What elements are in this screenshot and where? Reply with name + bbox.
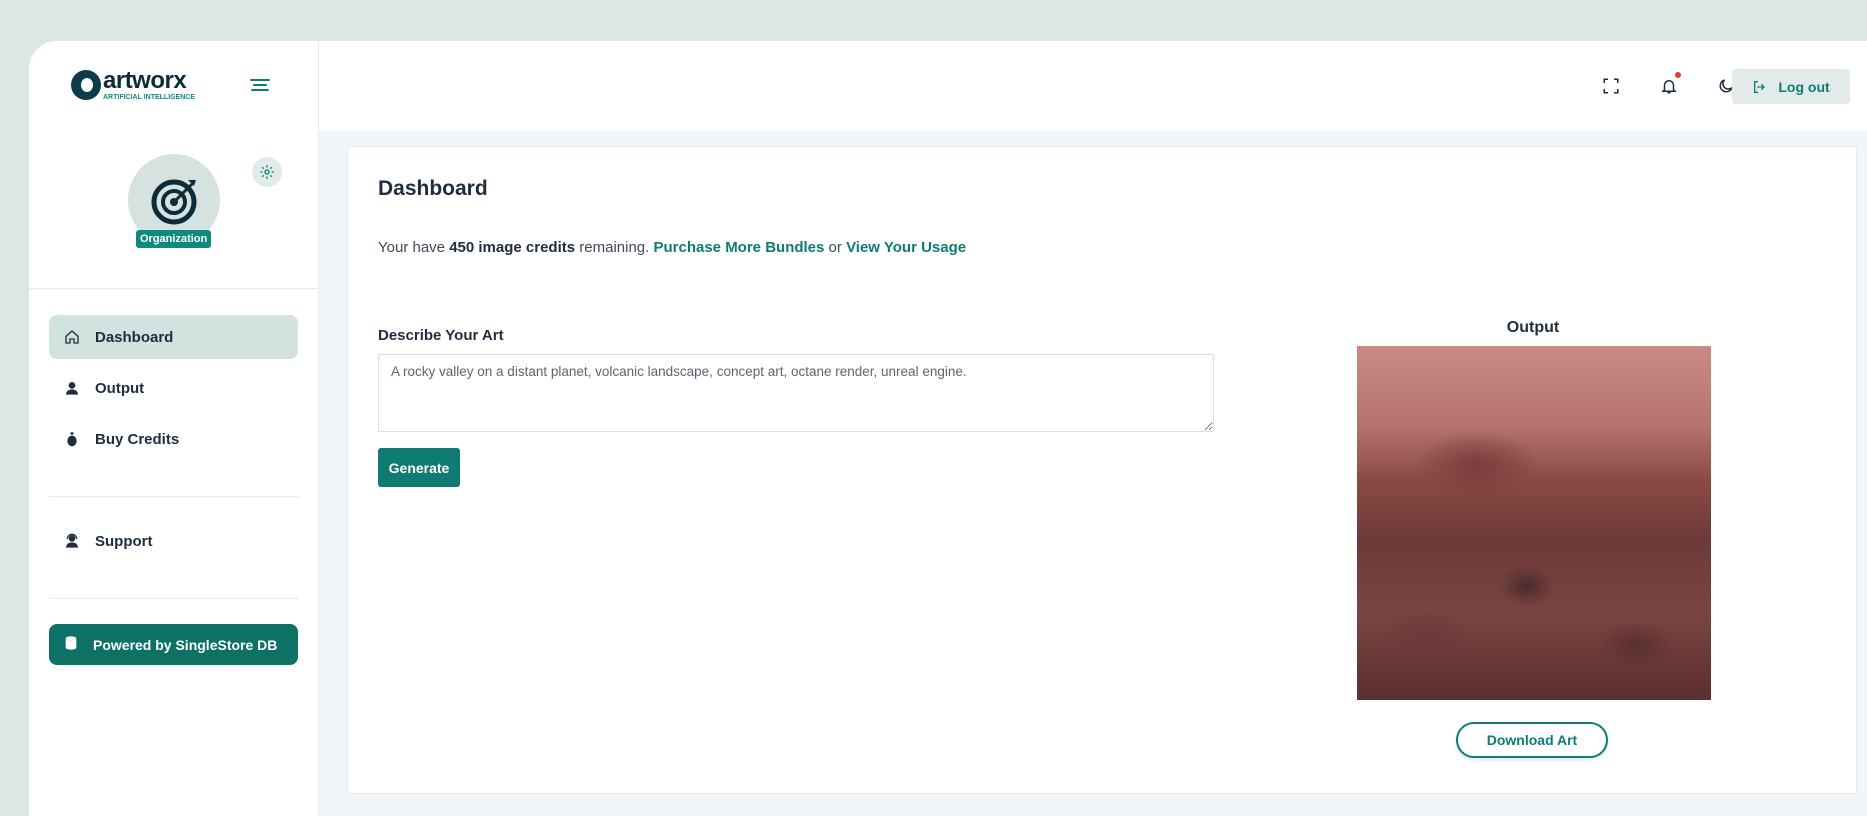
- database-icon: [63, 635, 79, 654]
- money-bag-icon: [63, 431, 81, 447]
- notification-dot: [1675, 72, 1681, 78]
- logout-icon: [1754, 80, 1766, 93]
- credits-or: or: [828, 239, 842, 256]
- brand-name: artworx: [103, 67, 187, 94]
- sidebar-divider: [49, 496, 299, 497]
- credits-suffix: remaining.: [579, 239, 650, 256]
- gear-icon: [260, 165, 274, 179]
- download-art-button[interactable]: Download Art: [1456, 722, 1608, 758]
- generate-button[interactable]: Generate: [378, 448, 460, 487]
- output-heading: Output: [1506, 319, 1560, 336]
- user-icon: [63, 380, 81, 396]
- brand-logo[interactable]: artworx ARTIFICIAL INTELLIGENCE: [71, 69, 195, 101]
- purchase-bundles-link[interactable]: Purchase More Bundles: [653, 239, 824, 256]
- sidebar-item-label: Output: [95, 379, 145, 397]
- topbar: Log out: [319, 41, 1867, 131]
- powered-by-button[interactable]: Powered by SingleStore DB: [49, 624, 298, 665]
- prompt-textarea[interactable]: A rocky valley on a distant planet, volc…: [378, 354, 1214, 432]
- page-title: Dashboard: [378, 177, 488, 200]
- generated-art-image: [1357, 346, 1711, 700]
- view-usage-link[interactable]: View Your Usage: [846, 239, 966, 256]
- support-agent-icon: [63, 533, 81, 549]
- profile-avatar[interactable]: Organization: [128, 154, 220, 248]
- brand-tagline: ARTIFICIAL INTELLIGENCE: [103, 94, 196, 101]
- app-frame: artworx ARTIFICIAL INTELLIGENCE Organiza…: [29, 41, 1867, 816]
- logout-label: Log out: [1778, 78, 1830, 95]
- credits-prefix: Your have: [378, 239, 446, 256]
- home-icon: [63, 329, 81, 345]
- notification-bell-icon[interactable]: [1658, 72, 1681, 97]
- logout-button[interactable]: Log out: [1732, 69, 1850, 104]
- fullscreen-icon[interactable]: [1600, 75, 1622, 97]
- credits-line: Your have 450 image credits remaining. P…: [378, 239, 966, 256]
- sidebar-item-label: Support: [95, 532, 153, 550]
- logo-mark-icon: [71, 70, 101, 100]
- sidebar-item-dashboard[interactable]: Dashboard: [49, 315, 298, 359]
- organization-badge: Organization: [136, 230, 212, 248]
- sidebar-item-support[interactable]: Support: [49, 519, 298, 563]
- sidebar-divider: [49, 598, 299, 599]
- powered-by-label: Powered by SingleStore DB: [93, 636, 278, 653]
- dashboard-card: Dashboard Your have 450 image credits re…: [347, 146, 1857, 794]
- sidebar-item-label: Dashboard: [95, 328, 174, 346]
- prompt-label: Describe Your Art: [378, 327, 504, 344]
- menu-toggle-icon[interactable]: [250, 79, 270, 95]
- target-icon: [151, 179, 197, 225]
- profile-settings-button[interactable]: [252, 157, 282, 187]
- sidebar-divider: [29, 288, 319, 289]
- sidebar: artworx ARTIFICIAL INTELLIGENCE Organiza…: [29, 41, 319, 816]
- sidebar-item-buy-credits[interactable]: Buy Credits: [49, 417, 298, 461]
- credits-amount: 450 image credits: [449, 239, 576, 256]
- sidebar-item-label: Buy Credits: [95, 430, 180, 448]
- sidebar-item-output[interactable]: Output: [49, 366, 298, 410]
